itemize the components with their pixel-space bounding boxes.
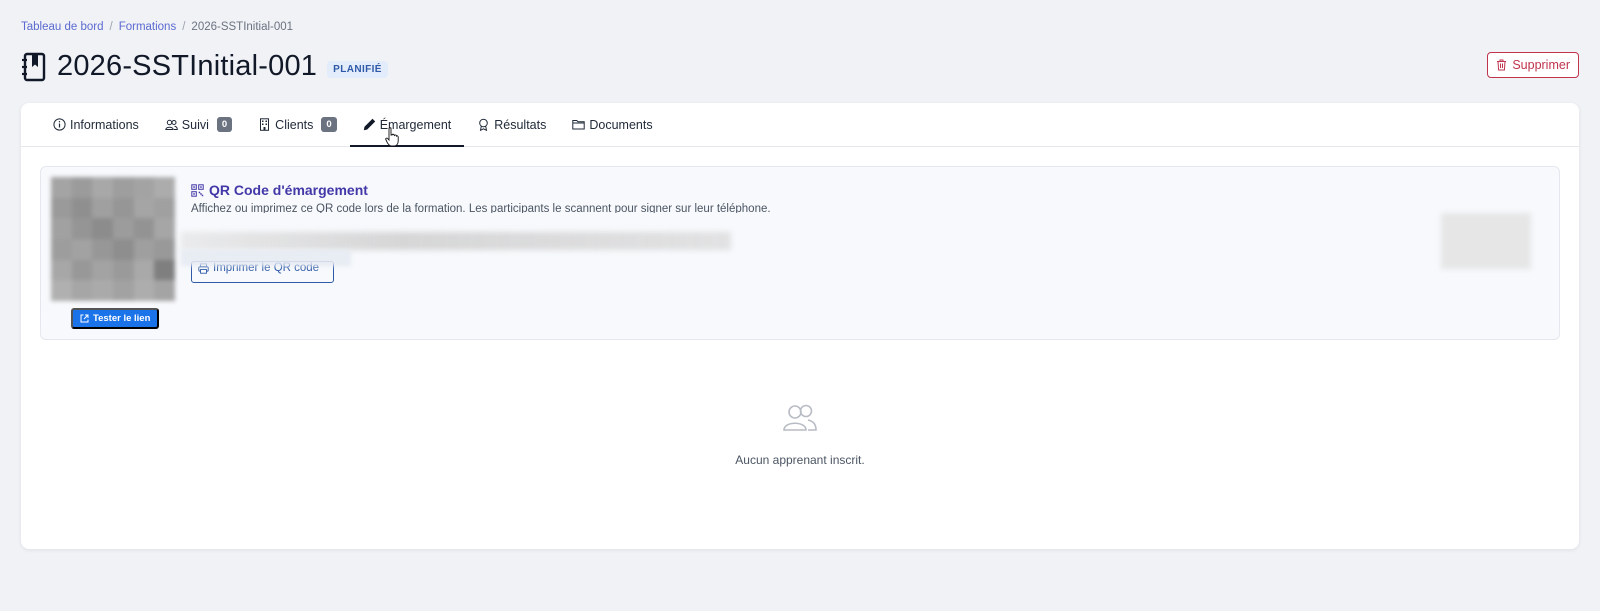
redacted-copy-button <box>1441 213 1531 269</box>
page-header: 2026-SSTInitial-001 PLANIFIÉ <box>21 50 388 83</box>
tab-resultats[interactable]: Résultats <box>464 103 559 146</box>
empty-state-text: Aucun apprenant inscrit. <box>735 453 865 467</box>
tab-label: Documents <box>589 117 653 132</box>
status-badge: PLANIFIÉ <box>327 61 388 78</box>
breadcrumb-formations-link[interactable]: Formations <box>119 21 177 33</box>
tab-documents[interactable]: Documents <box>559 103 665 146</box>
test-link-button[interactable]: Tester le lien <box>71 308 160 329</box>
redacted-link-field <box>181 232 731 250</box>
tab-clients[interactable]: Clients 0 <box>245 103 350 146</box>
tab-informations[interactable]: Informations <box>40 103 152 146</box>
redacted-overlay <box>181 250 351 266</box>
qr-code-panel: Tester le lien QR Code d'émargement Affi… <box>40 166 1560 340</box>
mouse-pointer-hand-icon <box>385 127 399 147</box>
users-icon <box>783 404 817 431</box>
breadcrumb-current: 2026-SSTInitial-001 <box>191 21 294 33</box>
delete-button-label: Supprimer <box>1512 58 1570 72</box>
tab-count-badge: 0 <box>321 117 337 132</box>
pencil-icon <box>363 118 375 131</box>
empty-state: Aucun apprenant inscrit. <box>21 403 1579 467</box>
external-link-icon <box>80 314 89 323</box>
qr-code-icon <box>191 183 204 197</box>
tab-emargement[interactable]: Émargement <box>349 103 465 147</box>
tab-label: Résultats <box>494 117 547 132</box>
tab-bar: Informations Suivi 0 Clients 0 Émargemen… <box>21 103 1579 147</box>
building-icon <box>260 118 270 131</box>
test-link-label: Tester le lien <box>93 313 151 324</box>
trash-icon <box>1497 59 1507 71</box>
qr-title-text: QR Code d'émargement <box>209 182 368 198</box>
qr-section-title: QR Code d'émargement <box>191 182 368 198</box>
tab-label: Informations <box>70 117 139 132</box>
journal-bookmark-icon <box>22 52 46 81</box>
award-icon <box>479 118 489 131</box>
breadcrumb-separator: / <box>182 21 186 33</box>
info-icon <box>53 118 66 131</box>
tab-suivi[interactable]: Suivi 0 <box>152 103 245 146</box>
breadcrumb-dashboard-link[interactable]: Tableau de bord <box>21 21 103 33</box>
delete-button[interactable]: Supprimer <box>1487 52 1579 78</box>
main-card: Informations Suivi 0 Clients 0 Émargemen… <box>21 103 1579 549</box>
tab-label: Suivi <box>181 117 209 132</box>
qr-description: Affichez ou imprimez ce QR code lors de … <box>191 203 771 215</box>
users-icon <box>165 119 178 130</box>
folder-icon <box>572 120 586 130</box>
breadcrumb-separator: / <box>109 21 113 33</box>
qr-code-image <box>51 177 175 301</box>
page-title: 2026-SSTInitial-001 <box>57 50 318 82</box>
breadcrumb: Tableau de bord / Formations / 2026-SSTI… <box>21 21 293 33</box>
tab-label: Clients <box>275 117 314 132</box>
tab-count-badge: 0 <box>216 117 233 132</box>
